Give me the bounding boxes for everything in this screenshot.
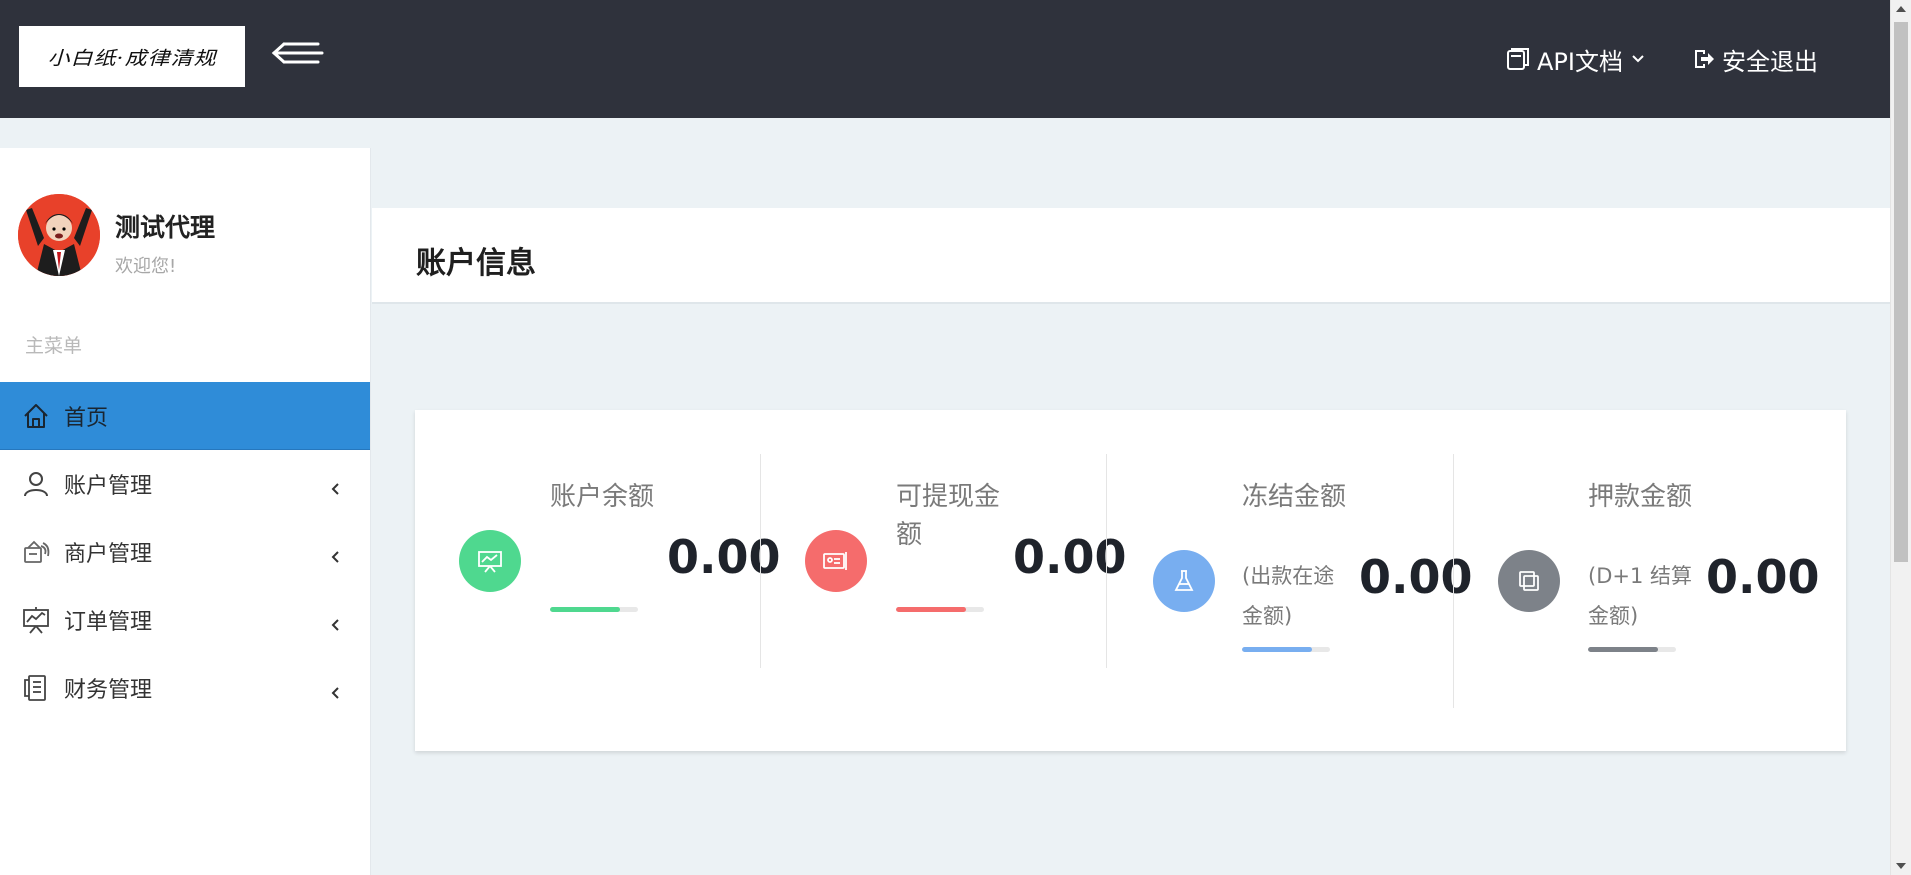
scroll-up-icon[interactable] — [1896, 6, 1906, 12]
user-name: 测试代理 — [115, 213, 216, 242]
account-stats-card: 账户余额 0.00 可提现金额 0.00 冻结金额 (出款在途金额) 0.00 — [415, 410, 1846, 751]
sidebar-item-merchant[interactable]: 商户管理 — [0, 518, 370, 586]
chevron-down-icon — [1632, 55, 1644, 63]
scroll-down-icon[interactable] — [1896, 863, 1906, 869]
sidebar-item-account[interactable]: 账户管理 — [0, 450, 370, 518]
chart-board-icon — [459, 530, 521, 592]
top-navbar: 小白纸·成律清规 API文档 安全退出 — [0, 0, 1890, 118]
sidebar-item-label: 商户管理 — [64, 542, 153, 567]
menu-heading: 主菜单 — [25, 335, 83, 357]
sidebar-item-finance[interactable]: 财务管理 — [0, 654, 370, 722]
chevron-left-icon — [330, 613, 340, 638]
stat-progress-bar — [550, 607, 638, 612]
stat-label: 冻结金额 — [1242, 482, 1347, 512]
page-title: 账户信息 — [416, 246, 536, 281]
id-card-icon — [805, 530, 867, 592]
sidebar-item-orders[interactable]: 订单管理 — [0, 586, 370, 654]
merchant-icon — [22, 538, 50, 566]
stat-label: 可提现金额 — [896, 482, 1001, 550]
home-icon — [22, 402, 50, 430]
stat-value: 0.00 — [1706, 550, 1820, 604]
stat-progress-fill — [1242, 647, 1313, 652]
main-menu: 首页 账户管理 商户管理 订单管理 财务管理 — [0, 382, 370, 722]
stat-progress-fill — [896, 607, 967, 612]
logout-label: 安全退出 — [1722, 47, 1818, 76]
stat-balance: 账户余额 0.00 — [415, 410, 781, 751]
welcome-text: 欢迎您! — [115, 256, 177, 277]
stat-sublabel: (D+1 结算金额) — [1588, 564, 1692, 628]
stat-withdrawable: 可提现金额 0.00 — [761, 410, 1127, 751]
sign-out-icon — [1695, 50, 1714, 68]
chevron-left-icon — [330, 477, 340, 502]
page-scrollbar[interactable] — [1890, 0, 1911, 875]
api-docs-menu[interactable]: API文档 — [1505, 0, 1645, 118]
stat-progress-bar — [896, 607, 984, 612]
sidebar-item-label: 账户管理 — [64, 474, 153, 499]
logo-text: 小白纸·成律清规 — [47, 48, 217, 70]
scrollbar-thumb[interactable] — [1894, 22, 1908, 562]
site-logo[interactable]: 小白纸·成律清规 — [19, 26, 245, 87]
stat-label: 押款金额 — [1588, 482, 1693, 512]
sidebar-toggle-icon[interactable] — [270, 38, 330, 70]
logout-button[interactable]: 安全退出 — [1692, 0, 1818, 118]
avatar[interactable] — [18, 194, 100, 276]
chevron-left-icon — [330, 681, 340, 706]
stat-progress-fill — [550, 607, 621, 612]
order-icon — [22, 606, 50, 634]
finance-icon — [22, 674, 50, 702]
api-docs-label: API文档 — [1537, 47, 1623, 76]
stat-frozen: 冻结金额 (出款在途金额) 0.00 — [1107, 410, 1473, 751]
stat-progress-bar — [1588, 647, 1676, 652]
user-icon — [22, 470, 50, 498]
copy-window-icon — [1498, 550, 1560, 612]
stat-deposit: 押款金额 (D+1 结算金额) 0.00 — [1454, 410, 1846, 751]
document-icon — [1507, 48, 1529, 70]
content-header: 账户信息 — [372, 208, 1890, 304]
stat-progress-bar — [1242, 647, 1330, 652]
flask-icon — [1153, 550, 1215, 612]
sidebar-item-label: 首页 — [64, 405, 109, 431]
stat-progress-fill — [1588, 647, 1659, 652]
sidebar-item-label: 订单管理 — [64, 610, 153, 635]
sidebar-item-home[interactable]: 首页 — [0, 382, 370, 450]
sidebar: 测试代理 欢迎您! 主菜单 首页 账户管理 商户管理 订单管理 财务管理 — [0, 148, 371, 875]
stat-label: 账户余额 — [550, 482, 655, 512]
sidebar-item-label: 财务管理 — [64, 678, 153, 703]
stat-sublabel: (出款在途金额) — [1242, 564, 1335, 628]
chevron-left-icon — [330, 545, 340, 570]
